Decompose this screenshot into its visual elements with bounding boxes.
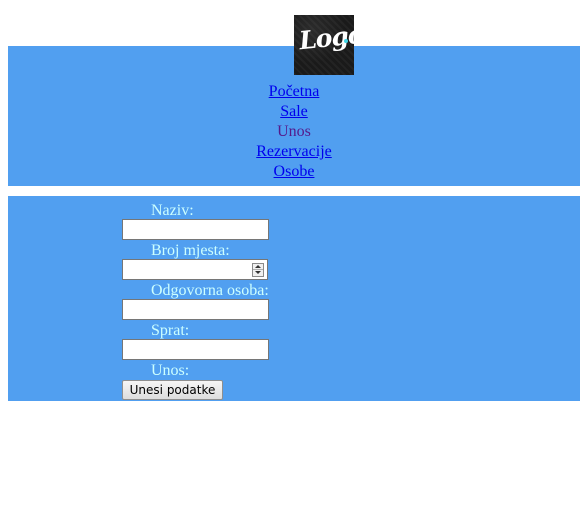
odgovorna-osoba-label: Odgovorna osoba: bbox=[151, 282, 269, 299]
input-form: Naziv: Broj mjesta: Odgovorna osoba: Spr… bbox=[8, 196, 580, 401]
nav-link-sale[interactable]: Sale bbox=[280, 103, 308, 120]
nav-item-osobe: Osobe bbox=[8, 162, 580, 182]
logo-dot bbox=[344, 39, 348, 43]
nav-item-rezervacije: Rezervacije bbox=[8, 142, 580, 162]
nav-link-rezervacije[interactable]: Rezervacije bbox=[256, 143, 332, 160]
nav-current-unos: Unos bbox=[277, 123, 311, 140]
nav-item-pocetna: Početna bbox=[8, 82, 580, 102]
submit-button[interactable]: Unesi podatke bbox=[122, 380, 223, 400]
naziv-input[interactable] bbox=[122, 219, 269, 240]
spinner-down-icon[interactable] bbox=[253, 270, 263, 276]
broj-mjesta-label: Broj mjesta: bbox=[151, 242, 230, 259]
broj-mjesta-field bbox=[122, 259, 268, 280]
number-spinner bbox=[252, 263, 264, 277]
broj-mjesta-input[interactable] bbox=[123, 260, 247, 279]
nav-item-sale: Sale bbox=[8, 102, 580, 122]
nav-link-osobe[interactable]: Osobe bbox=[274, 163, 315, 180]
sprat-label: Sprat: bbox=[151, 322, 190, 339]
nav-link-pocetna[interactable]: Početna bbox=[269, 83, 320, 100]
odgovorna-osoba-input[interactable] bbox=[122, 299, 269, 320]
logo: Logo bbox=[294, 15, 354, 75]
logo-text: Logo bbox=[297, 19, 354, 56]
sprat-input[interactable] bbox=[122, 339, 269, 360]
unos-label: Unos: bbox=[151, 362, 190, 379]
main-nav: Početna Sale Unos Rezervacije Osobe bbox=[8, 82, 580, 182]
naziv-label: Naziv: bbox=[151, 202, 194, 219]
nav-item-unos: Unos bbox=[8, 122, 580, 142]
